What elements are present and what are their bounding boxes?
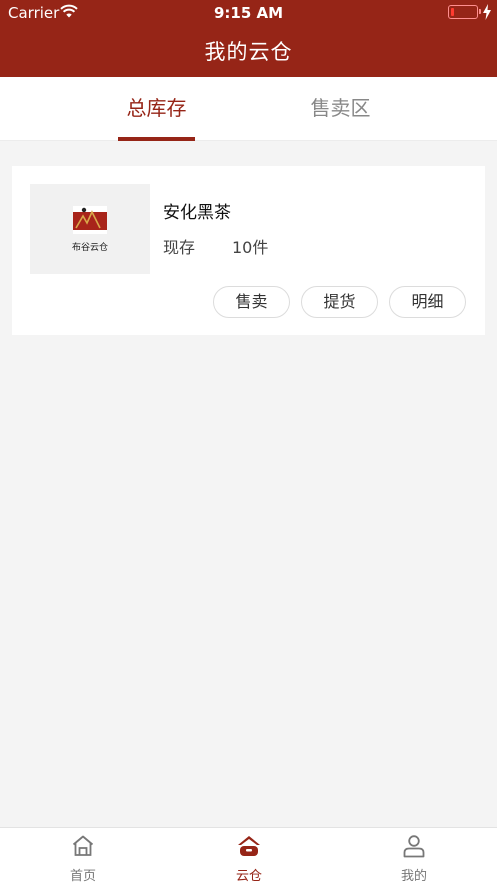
pickup-button[interactable]: 提货 [301,286,378,318]
tab-sale-area[interactable]: 售卖区 [302,77,379,141]
brand-logo-text: 布谷云仓 [71,243,108,253]
tabbar-item-me[interactable]: 我的 [364,828,464,883]
status-bar: Carrier 9:15 AM [0,0,497,26]
brand-logo-icon [73,206,107,234]
tabbar-label-me: 我的 [400,869,427,883]
tabbar-label-home: 首页 [69,869,96,883]
detail-button[interactable]: 明细 [389,286,466,318]
inventory-card: 布谷云仓 安化黑茶 现存 10件 售卖 提货 明细 [12,166,485,335]
bottom-tab-bar: 首页 云仓 我的 [0,827,497,883]
tabbar-item-cloud-warehouse[interactable]: 云仓 [199,828,299,883]
tab-total-inventory[interactable]: 总库存 [118,77,195,141]
tabbar-label-cloud-warehouse: 云仓 [235,869,262,883]
warehouse-icon [238,836,260,856]
page-title: 我的云仓 [204,40,293,64]
product-thumbnail: 布谷云仓 [30,184,150,274]
home-icon [72,835,94,856]
status-time: 9:15 AM [213,4,284,22]
battery-icon [448,5,481,19]
stock-value: 10件 [232,238,269,257]
active-tab-indicator [118,137,195,141]
person-icon [403,835,425,858]
charging-bolt-icon [483,4,491,20]
sell-button[interactable]: 售卖 [213,286,290,318]
tabbar-item-home[interactable]: 首页 [33,828,133,883]
stock-label: 现存 [163,238,196,257]
app-header: Carrier 9:15 AM 我的云仓 [0,0,497,77]
product-name: 安化黑茶 [163,203,231,223]
segment-tabs: 总库存 售卖区 [0,77,497,141]
